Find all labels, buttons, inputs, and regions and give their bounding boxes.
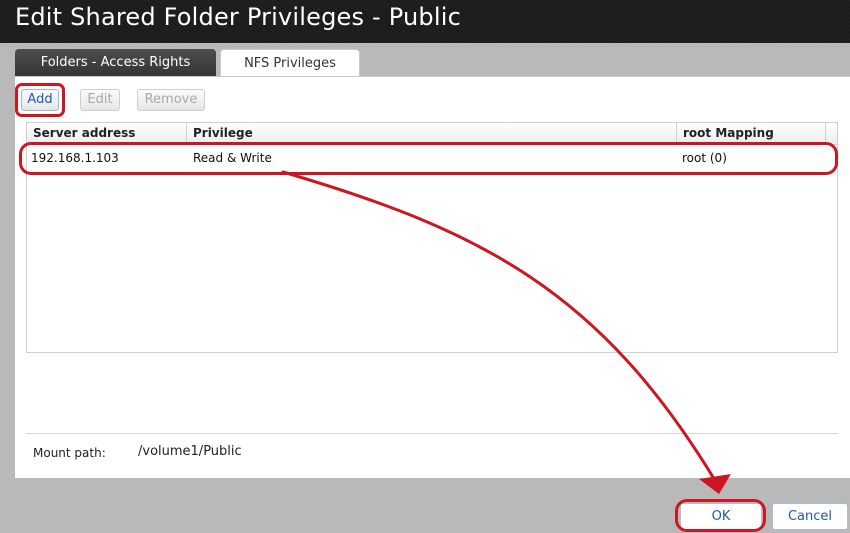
tab-folders-access-rights[interactable]: Folders - Access Rights [15,49,216,76]
column-separator [676,123,677,144]
tab-nfs-privileges[interactable]: NFS Privileges [220,49,360,76]
edit-button[interactable]: Edit [80,89,120,111]
column-separator [825,123,826,144]
mount-path-label: Mount path: [33,446,106,460]
window-title: Edit Shared Folder Privileges - Public [15,3,461,31]
column-header-root-mapping[interactable]: root Mapping [683,123,774,144]
title-bar: Edit Shared Folder Privileges - Public [0,0,850,43]
table-row-highlight [19,142,838,175]
remove-button[interactable]: Remove [137,89,205,111]
cancel-button[interactable]: Cancel [772,503,848,530]
add-button-highlight [15,83,65,117]
column-header-server-address[interactable]: Server address [33,123,135,144]
divider [26,433,838,434]
column-header-privilege[interactable]: Privilege [193,123,253,144]
column-separator [186,123,187,144]
mount-path-value: /volume1/Public [138,444,242,459]
ok-button-highlight [675,499,766,532]
